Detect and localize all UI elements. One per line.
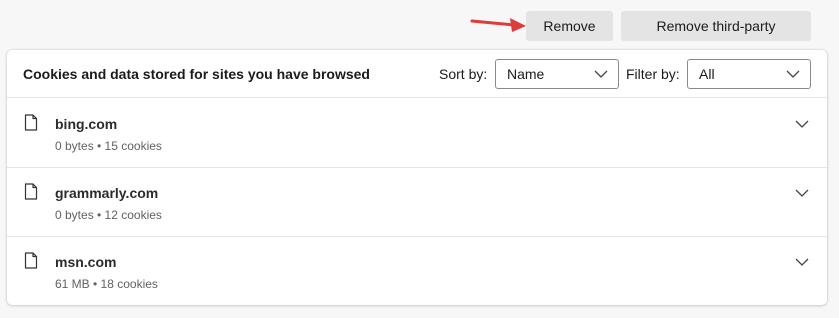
remove-all-button[interactable]: Remove all: [526, 11, 613, 64]
site-meta: 0 bytes • 15 cookies: [55, 139, 162, 153]
site-name: grammarly.com: [55, 185, 159, 201]
site-row-grammarly[interactable]: grammarly.com 0 bytes • 12 cookies: [7, 168, 827, 237]
chevron-down-icon[interactable]: [794, 119, 810, 129]
site-name: bing.com: [55, 116, 118, 132]
site-row-bing[interactable]: bing.com 0 bytes • 15 cookies: [7, 99, 827, 168]
site-row-msn[interactable]: msn.com 61 MB • 18 cookies: [7, 237, 827, 306]
card-header: Cookies and data stored for sites you ha…: [7, 50, 827, 98]
chevron-down-icon[interactable]: [794, 257, 810, 267]
sort-value: Name: [507, 66, 545, 82]
filter-value: All: [699, 66, 715, 82]
file-icon: [24, 114, 38, 131]
file-icon: [24, 183, 38, 200]
cookies-card: Cookies and data stored for sites you ha…: [7, 50, 827, 305]
chevron-down-icon[interactable]: [794, 188, 810, 198]
site-meta: 0 bytes • 12 cookies: [55, 208, 162, 222]
site-name: msn.com: [55, 254, 117, 270]
card-title: Cookies and data stored for sites you ha…: [23, 66, 370, 82]
annotation-arrow-icon: [470, 18, 526, 32]
file-icon: [24, 252, 38, 269]
filter-label: Filter by:: [626, 66, 680, 82]
sort-dropdown[interactable]: Name: [495, 59, 619, 89]
filter-dropdown[interactable]: All: [687, 59, 811, 89]
chevron-down-icon: [786, 70, 800, 78]
site-meta: 61 MB • 18 cookies: [55, 277, 158, 291]
remove-third-party-cookies-button[interactable]: Remove third-party cookies: [621, 11, 811, 64]
chevron-down-icon: [594, 70, 608, 78]
sort-label: Sort by:: [439, 66, 488, 82]
toolbar: Remove all Remove third-party cookies: [0, 0, 839, 64]
